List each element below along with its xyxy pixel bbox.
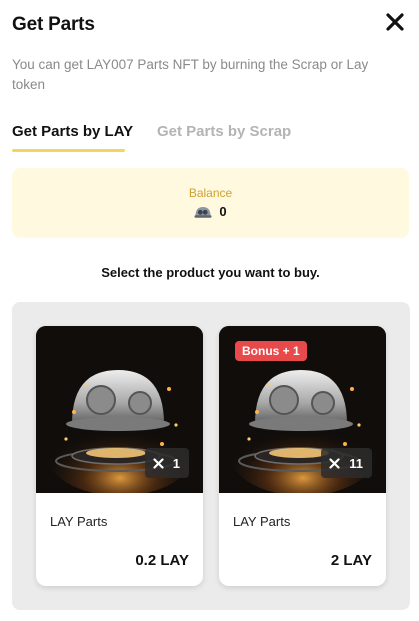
- select-product-prompt: Select the product you want to buy.: [101, 265, 320, 280]
- balance-label: Balance: [188, 186, 233, 200]
- balance-value: 0: [219, 204, 227, 219]
- active-tab-indicator: [12, 149, 125, 152]
- product-card-lay-parts-2[interactable]: Bonus + 1 11 LAY Parts 2 LAY: [219, 326, 386, 586]
- close-icon: [386, 13, 404, 31]
- get-parts-dialog: Get Parts You can get LAY007 Parts NFT b…: [0, 0, 419, 621]
- dialog-title: Get Parts: [12, 14, 95, 35]
- close-button[interactable]: [383, 10, 407, 34]
- product-list: 1 LAY Parts 0.2 LAY Bonus + 1 11 LAY Par…: [12, 302, 410, 610]
- tab-get-parts-by-lay[interactable]: Get Parts by LAY: [12, 123, 133, 140]
- product-image: Bonus + 1 11: [219, 326, 386, 493]
- tab-bar: Get Parts by LAY Get Parts by Scrap: [12, 123, 407, 153]
- quantity-badge: 11: [321, 448, 372, 478]
- quantity-value: 1: [172, 455, 180, 471]
- product-name: LAY Parts: [50, 514, 108, 529]
- helmet-token-icon: [194, 205, 212, 219]
- quantity-value: 11: [349, 455, 363, 471]
- product-name: LAY Parts: [233, 514, 291, 529]
- product-price: 0.2 LAY: [135, 552, 189, 569]
- balance-row: 0: [12, 204, 409, 219]
- product-price: 2 LAY: [330, 552, 372, 569]
- product-image: 1: [36, 326, 203, 493]
- quantity-badge: 1: [144, 448, 189, 478]
- product-card-lay-parts-1[interactable]: 1 LAY Parts 0.2 LAY: [36, 326, 203, 586]
- bonus-badge: Bonus + 1: [235, 341, 307, 361]
- multiply-icon: [329, 457, 340, 469]
- multiply-icon: [153, 457, 164, 469]
- balance-panel: Balance 0: [12, 168, 409, 238]
- dialog-description: You can get LAY007 Parts NFT by burning …: [12, 57, 369, 92]
- tab-get-parts-by-scrap[interactable]: Get Parts by Scrap: [157, 123, 291, 140]
